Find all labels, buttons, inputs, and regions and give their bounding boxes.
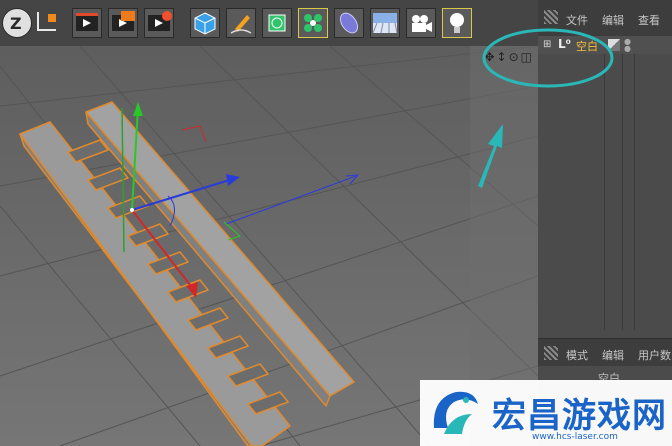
- object-name[interactable]: 空白: [576, 38, 598, 54]
- expand-icon[interactable]: ⊞: [543, 39, 551, 50]
- menu-user-data[interactable]: 用户数: [638, 347, 671, 363]
- move-view-icon[interactable]: ✥: [484, 50, 496, 64]
- panel-grip-icon[interactable]: [544, 10, 558, 24]
- menu-edit[interactable]: 编辑: [602, 12, 624, 28]
- menu-attr-edit[interactable]: 编辑: [602, 347, 624, 363]
- subdivision-surface-icon[interactable]: [262, 8, 292, 38]
- object-row-null[interactable]: ⊞ L⁰ 空白 ● ●: [538, 36, 672, 54]
- watermark: 宏昌游戏网 www.hcs-laser.com: [420, 380, 672, 446]
- cube-icon[interactable]: [190, 8, 220, 38]
- visibility-dots-icon[interactable]: ● ●: [624, 38, 631, 53]
- watermark-title: 宏昌游戏网: [492, 396, 667, 436]
- menu-file[interactable]: 文件: [566, 12, 588, 28]
- null-object-icon: L⁰: [558, 37, 571, 51]
- zoom-view-icon[interactable]: ↕: [497, 50, 509, 64]
- menu-view[interactable]: 查看: [638, 12, 660, 28]
- toggle-layout-icon[interactable]: ◫: [521, 50, 534, 64]
- cloner-icon[interactable]: [298, 8, 328, 38]
- svg-text:Z: Z: [10, 14, 22, 33]
- viewport-nav-icons[interactable]: ✥↕⊙◫: [484, 50, 534, 64]
- menu-mode[interactable]: 模式: [566, 347, 588, 363]
- watermark-url: www.hcs-laser.com: [532, 432, 618, 442]
- coordinate-system-icon[interactable]: [32, 8, 62, 38]
- object-manager-columns: [538, 54, 672, 330]
- render-to-picture-viewer-icon[interactable]: [108, 8, 138, 38]
- object-manager-header: 文件 编辑 查看: [538, 0, 672, 37]
- floor-icon[interactable]: [370, 8, 400, 38]
- camera-icon[interactable]: [406, 8, 436, 38]
- layer-icon[interactable]: [608, 39, 620, 51]
- light-icon[interactable]: [442, 8, 472, 38]
- deformer-icon[interactable]: [334, 8, 364, 38]
- rotate-view-icon[interactable]: ⊙: [509, 50, 521, 64]
- attribute-manager-header: 模式 编辑 用户数: [538, 338, 672, 367]
- pen-spline-icon[interactable]: [226, 8, 256, 38]
- render-view-icon[interactable]: [72, 8, 102, 38]
- main-toolbar: Z: [0, 0, 538, 47]
- render-settings-icon[interactable]: [144, 8, 174, 38]
- undo-z-icon[interactable]: Z: [2, 8, 32, 38]
- attr-grip-icon[interactable]: [544, 346, 558, 360]
- watermark-logo-icon: [433, 391, 478, 434]
